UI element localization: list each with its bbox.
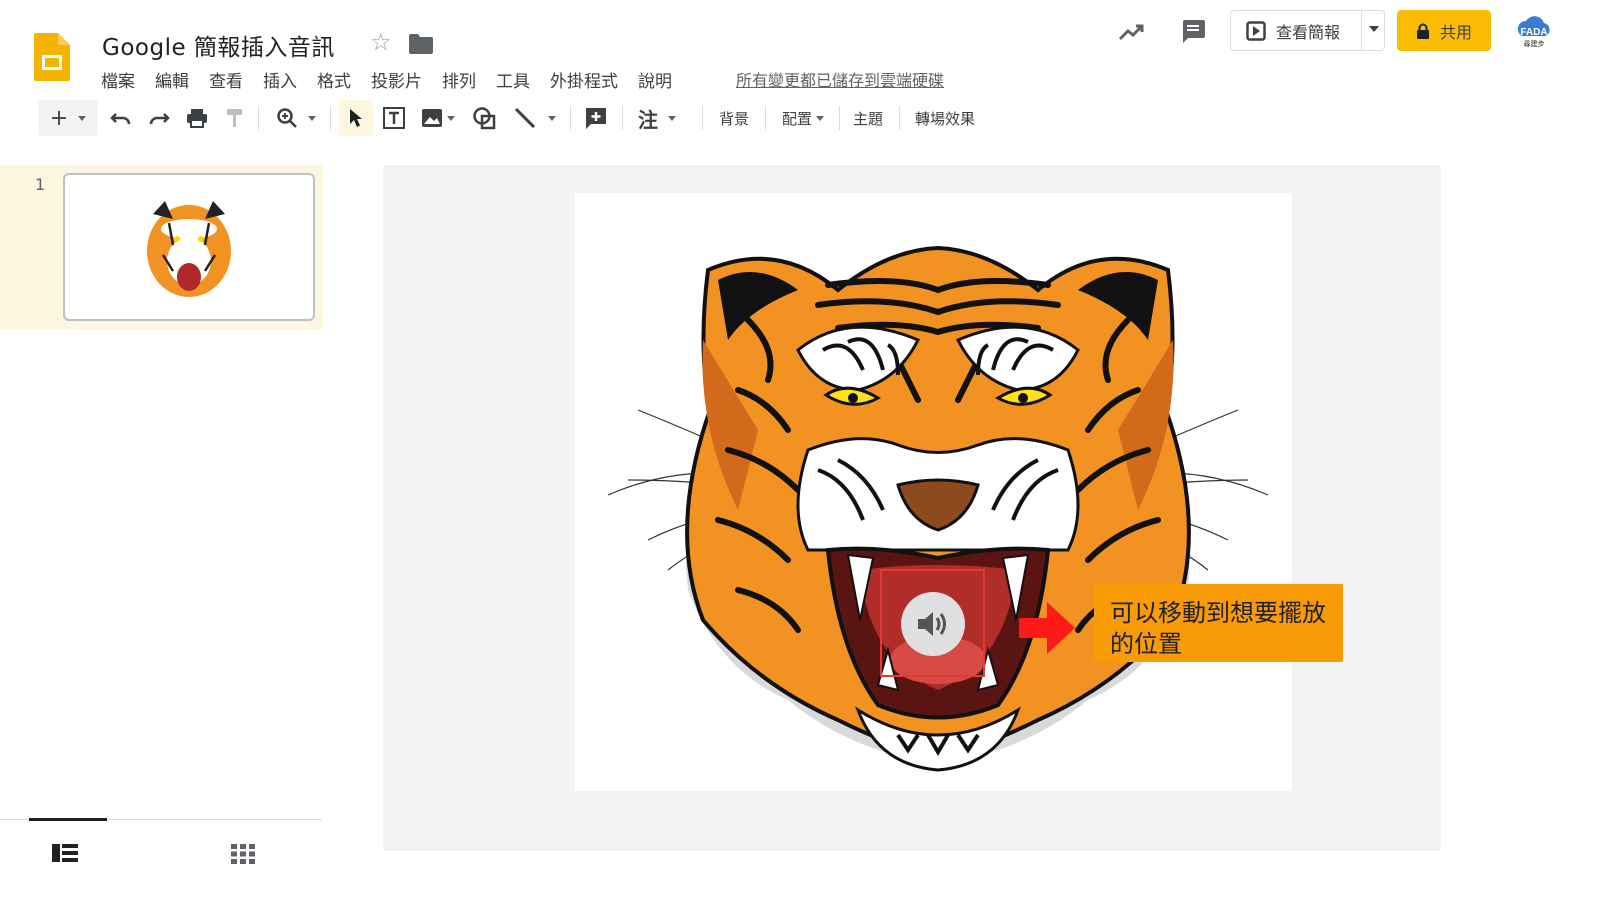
zoom-button[interactable] xyxy=(270,100,322,136)
account-avatar[interactable]: FADA 尋建步 xyxy=(1514,12,1554,52)
print-button[interactable] xyxy=(184,100,210,136)
line-icon xyxy=(514,107,536,129)
image-icon xyxy=(422,109,442,127)
share-label: 共用 xyxy=(1439,22,1472,42)
star-icon[interactable]: ☆ xyxy=(370,28,392,56)
redo-button[interactable] xyxy=(146,100,172,136)
audio-player-button[interactable] xyxy=(901,592,965,656)
shape-icon xyxy=(473,107,496,130)
redo-icon xyxy=(149,113,170,125)
menu-view[interactable]: 查看 xyxy=(209,67,243,92)
slides-logo-icon[interactable] xyxy=(34,33,70,81)
menu-addons[interactable]: 外掛程式 xyxy=(550,67,618,92)
toolbar: + 注 背景 配置 主題 轉場效果 xyxy=(38,100,988,136)
add-icon: + xyxy=(49,105,69,131)
menu-arrange[interactable]: 排列 xyxy=(442,67,476,92)
callout-box[interactable]: 可以移動到想要擺放的位置 xyxy=(1094,584,1343,662)
speaker-icon xyxy=(918,612,946,636)
select-icon xyxy=(350,109,362,127)
comment-style-label: 注 xyxy=(638,107,658,132)
undo-icon xyxy=(110,113,131,125)
layout-label: 配置 xyxy=(781,109,812,128)
menu-edit[interactable]: 編輯 xyxy=(155,67,189,92)
present-button[interactable]: 查看簡報 xyxy=(1230,10,1385,51)
tiger-image[interactable] xyxy=(598,230,1278,778)
layout-button[interactable]: 配置 xyxy=(776,100,830,136)
paint-format-icon xyxy=(227,109,242,127)
present-options-dropdown[interactable] xyxy=(1369,26,1379,32)
menu-bar: 檔案 編輯 查看 插入 格式 投影片 排列 工具 外掛程式 說明 xyxy=(101,67,692,92)
lock-icon xyxy=(1416,23,1429,39)
background-button[interactable]: 背景 xyxy=(714,100,754,136)
menu-file[interactable]: 檔案 xyxy=(101,67,135,92)
new-comment-button[interactable] xyxy=(582,100,610,136)
undo-button[interactable] xyxy=(108,100,134,136)
paint-format-button[interactable] xyxy=(222,100,248,136)
comment-history-icon[interactable] xyxy=(1180,18,1206,44)
menu-tools[interactable]: 工具 xyxy=(496,67,530,92)
theme-button[interactable]: 主題 xyxy=(848,100,888,136)
text-box-tool[interactable] xyxy=(380,100,408,136)
shape-tool[interactable] xyxy=(470,100,498,136)
share-button[interactable]: 共用 xyxy=(1397,10,1491,51)
menu-format[interactable]: 格式 xyxy=(317,67,351,92)
text-box-icon xyxy=(383,107,405,129)
slide-number: 1 xyxy=(35,175,46,194)
arrow-icon xyxy=(1019,602,1075,654)
present-icon xyxy=(1246,20,1266,41)
menu-help[interactable]: 說明 xyxy=(638,67,672,92)
save-status-link[interactable]: 所有變更都已儲存到雲端硬碟 xyxy=(736,67,944,91)
menu-insert[interactable]: 插入 xyxy=(263,67,297,92)
document-title[interactable]: Google 簡報插入音訊 xyxy=(102,28,335,62)
comment-style-button[interactable]: 注 xyxy=(632,100,682,136)
new-slide-button[interactable]: + xyxy=(38,100,98,136)
menu-slide[interactable]: 投影片 xyxy=(371,67,422,92)
insert-image-button[interactable] xyxy=(416,100,460,136)
thumbnail-tiger-image xyxy=(147,201,231,297)
folder-icon[interactable] xyxy=(409,34,433,54)
slide-thumbnail[interactable] xyxy=(63,173,315,321)
grid-view-icon[interactable] xyxy=(231,844,255,864)
avatar-text: FADA xyxy=(1520,27,1547,38)
present-label: 查看簡報 xyxy=(1276,22,1341,42)
zoom-icon xyxy=(277,108,297,128)
new-comment-icon xyxy=(586,108,606,129)
select-tool[interactable] xyxy=(339,100,373,136)
activity-dashboard-icon[interactable] xyxy=(1118,22,1146,42)
print-icon xyxy=(187,109,207,128)
line-tool[interactable] xyxy=(510,100,560,136)
transition-button[interactable]: 轉場效果 xyxy=(910,100,980,136)
avatar-subtext: 尋建步 xyxy=(1524,39,1545,48)
filmstrip-view-icon[interactable] xyxy=(52,844,78,862)
